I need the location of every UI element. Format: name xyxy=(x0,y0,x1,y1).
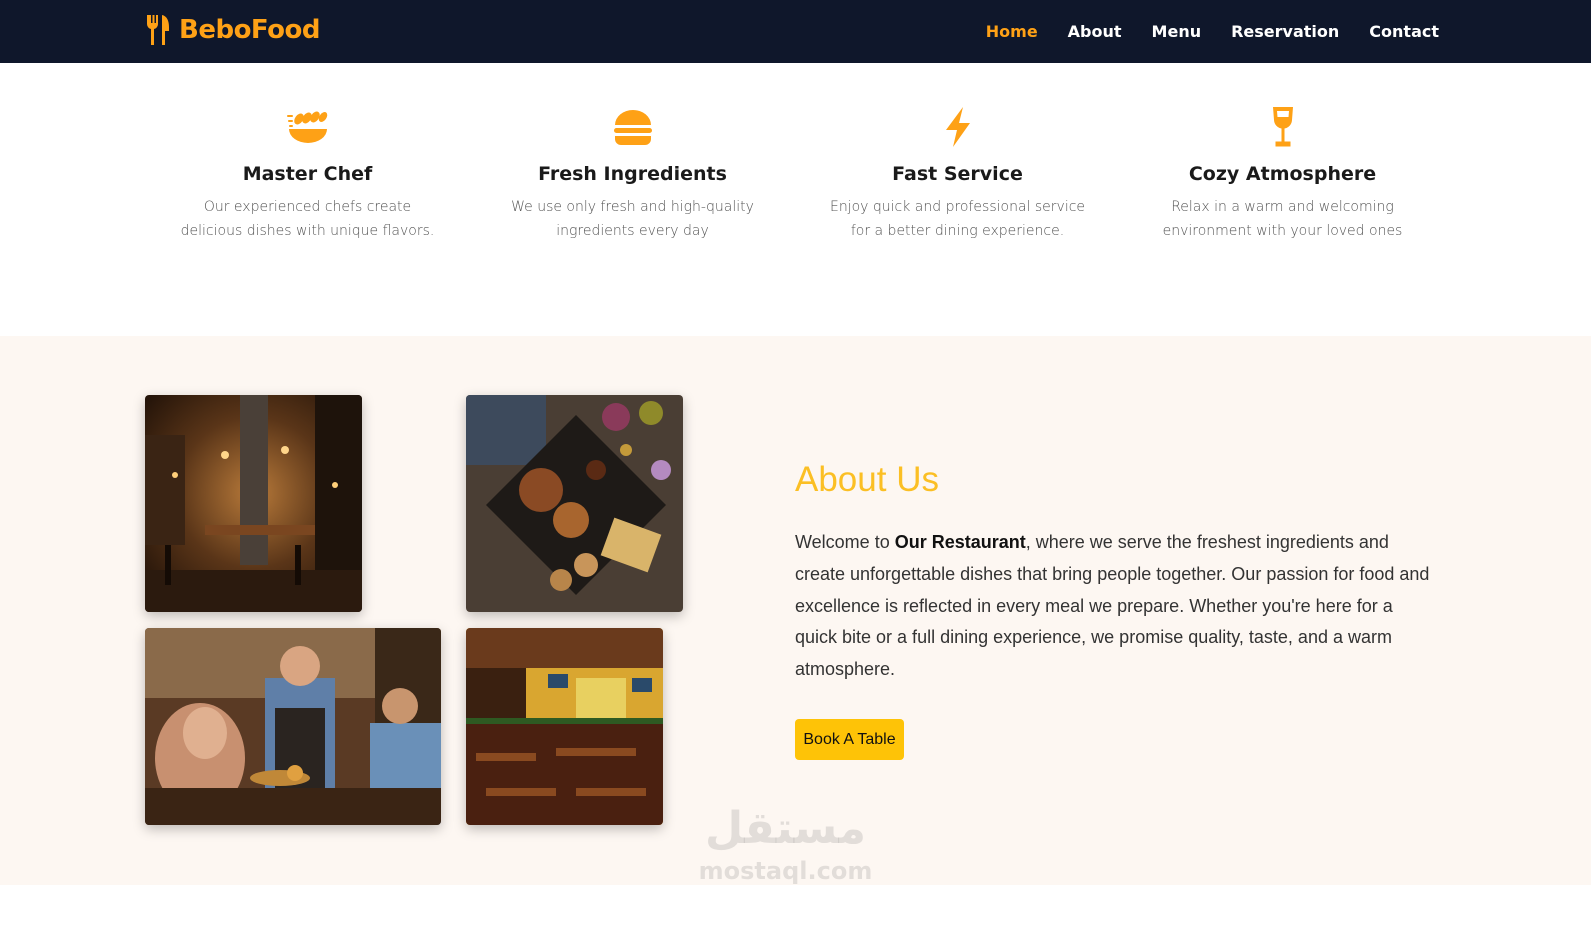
brand-name: BeboFood xyxy=(179,15,320,45)
feature-title: Fast Service xyxy=(892,163,1023,185)
waiter-serving-photo xyxy=(145,628,441,825)
feature-title: Master Chef xyxy=(242,163,373,185)
feature-card-master-chef: Master Chef Our experienced chefs create… xyxy=(145,63,470,336)
feature-card-cozy-atmosphere: Cozy Atmosphere Relax in a warm and welc… xyxy=(1120,63,1445,336)
watermark-latin: mostaql.com xyxy=(698,857,873,885)
dining-hall-photo xyxy=(466,628,663,825)
feature-description: We use only fresh and high-quality ingre… xyxy=(511,199,754,239)
feature-card-fast-service: Fast Service Enjoy quick and professiona… xyxy=(795,63,1120,336)
features-section: Master Chef Our experienced chefs create… xyxy=(145,63,1445,336)
nav-link-menu[interactable]: Menu xyxy=(1152,22,1202,41)
brand-logo-link[interactable]: BeboFood xyxy=(145,12,320,48)
about-text-restaurant-name: Our Restaurant xyxy=(894,532,1026,552)
nav-menu: Home About Menu Reservation Contact xyxy=(986,0,1439,63)
feature-title: Fresh Ingredients xyxy=(538,163,727,185)
feature-description: Our experienced chefs create delicious d… xyxy=(180,199,435,239)
wine-glass-icon xyxy=(1272,107,1293,147)
feature-title: Cozy Atmosphere xyxy=(1188,163,1377,185)
about-text-body: , where we serve the freshest ingredient… xyxy=(795,532,1430,680)
feature-card-fresh-ingredients: Fresh Ingredients We use only fresh and … xyxy=(470,63,795,336)
restaurant-interior-photo xyxy=(145,395,362,612)
book-table-button[interactable]: Book A Table xyxy=(795,719,904,760)
chef-bread-icon xyxy=(286,111,327,143)
food-platter-photo xyxy=(466,395,683,612)
about-text: Welcome to Our Restaurant, where we serv… xyxy=(795,527,1435,686)
watermark: مستقل mostaql.com xyxy=(688,800,883,884)
nav-link-about[interactable]: About xyxy=(1068,22,1122,41)
nav-link-home[interactable]: Home xyxy=(986,22,1038,41)
watermark-arabic: مستقل xyxy=(705,803,866,854)
about-text-intro: Welcome to xyxy=(795,532,895,552)
feature-description: Enjoy quick and professional service for… xyxy=(829,199,1086,239)
feature-description: Relax in a warm and welcoming environmen… xyxy=(1162,199,1403,239)
navbar: BeboFood Home About Menu Reservation Con… xyxy=(0,0,1591,63)
nav-link-reservation[interactable]: Reservation xyxy=(1231,22,1339,41)
about-title: About Us xyxy=(795,460,939,499)
hamburger-icon xyxy=(613,110,652,145)
utensils-icon xyxy=(146,15,169,45)
lightning-bolt-icon xyxy=(945,107,970,147)
nav-link-contact[interactable]: Contact xyxy=(1369,22,1439,41)
